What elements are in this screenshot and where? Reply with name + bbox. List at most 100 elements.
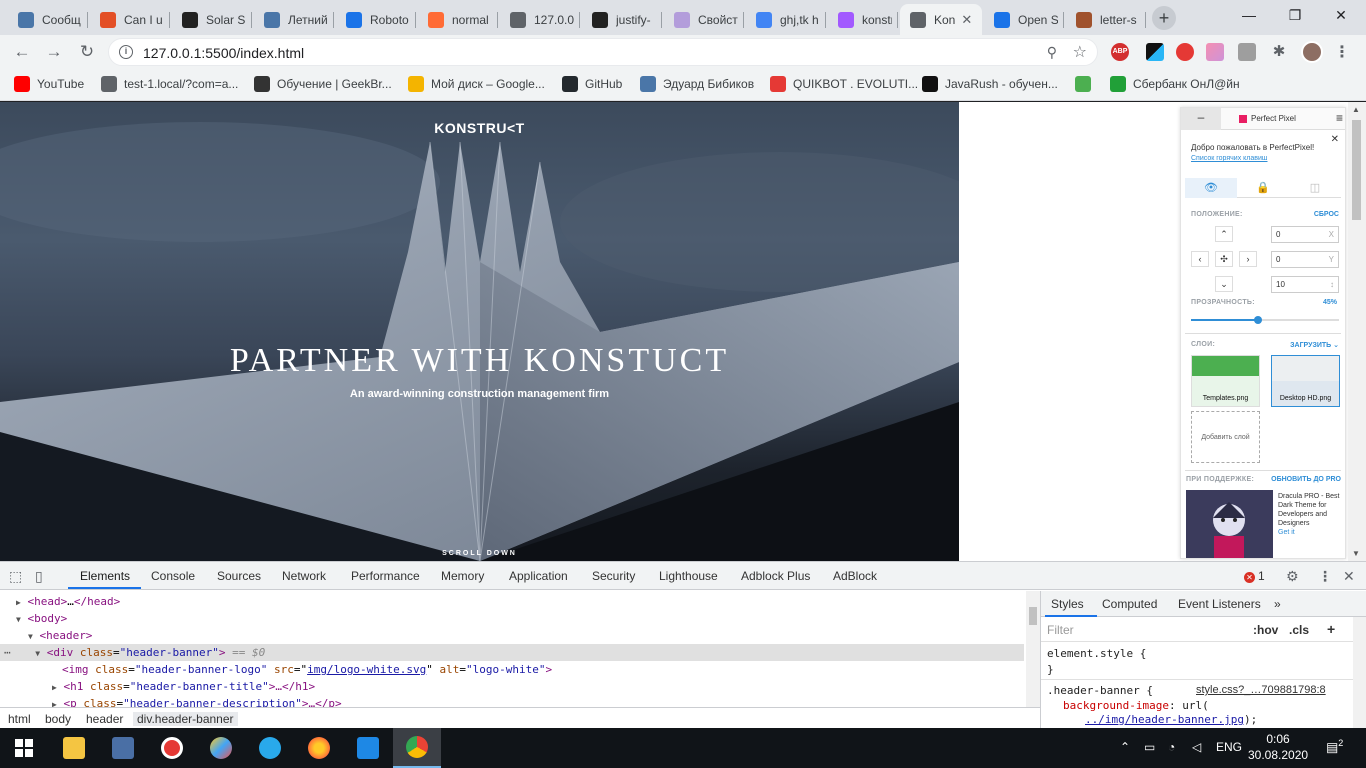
expand-triangle-icon[interactable]: ▶ (0, 598, 21, 607)
browser-tab[interactable]: normal (418, 4, 498, 35)
pp-y-input[interactable]: 0 Y (1271, 251, 1339, 268)
pp-z-input[interactable]: 10 ↕ (1271, 276, 1339, 293)
browser-tab[interactable]: Летний (254, 4, 334, 35)
devtools-tab-performance[interactable]: Performance (351, 569, 420, 583)
styles-tab-styles[interactable]: Styles (1051, 597, 1084, 611)
pp-difference-icon[interactable]: ◫ (1289, 178, 1341, 198)
close-devtools-icon[interactable]: ✕ (1343, 568, 1355, 585)
pp-add-layer-button[interactable]: Добавить слой (1191, 411, 1260, 463)
error-counter[interactable]: ✕ 1 (1244, 569, 1265, 583)
img-src-link[interactable]: img/logo-white.svg (307, 663, 426, 676)
eyedropper-extension-icon[interactable] (1146, 43, 1164, 61)
language-indicator[interactable]: ENG (1216, 740, 1242, 754)
collapse-triangle-icon[interactable]: ▼ (0, 615, 21, 624)
pp-menu-icon[interactable]: ≡ (1336, 111, 1343, 125)
taskbar-app-record[interactable] (148, 728, 196, 768)
bookmark-item[interactable] (1075, 76, 1098, 92)
dom-node-p[interactable]: ▶ <p class="header-banner-description">…… (0, 695, 1024, 707)
new-tab-button[interactable]: + (1152, 6, 1176, 30)
styles-filter-input[interactable]: Filter (1047, 623, 1074, 637)
pp-layer-templates[interactable]: Templates.png (1191, 355, 1260, 407)
devtools-tab-console[interactable]: Console (151, 569, 195, 583)
styles-scrollbar[interactable] (1353, 617, 1366, 729)
pp-minimize-button[interactable]: – (1181, 108, 1221, 130)
devtools-tab-memory[interactable]: Memory (441, 569, 484, 583)
devtools-tab-lighthouse[interactable]: Lighthouse (659, 569, 718, 583)
adblock-plus-icon[interactable]: ABP (1111, 43, 1129, 61)
dracula-get-it-link[interactable]: Get it (1278, 529, 1295, 536)
node-actions-icon[interactable]: ⋯ (0, 646, 11, 659)
rule-declaration[interactable]: background-image: url( (1063, 699, 1209, 712)
settings-gear-icon[interactable]: ⚙ (1286, 568, 1299, 585)
dom-tree[interactable]: ▶ <head>…</head> ▼ <body> ▼ <header> ⋯ ▼… (0, 591, 1024, 707)
pp-visibility-eye-icon[interactable]: 👁 (1185, 178, 1237, 198)
rule-source-link[interactable]: style.css?_…709881798:8 (1196, 684, 1326, 696)
bookmark-item[interactable]: QUIKBOT . EVOLUTI... (770, 76, 918, 92)
pp-center-button[interactable]: ✣ (1215, 251, 1233, 267)
taskbar-firefox[interactable] (295, 728, 343, 768)
bookmark-item[interactable]: YouTube (14, 76, 84, 92)
breadcrumb-item[interactable]: div.header-banner (133, 712, 238, 726)
device-toolbar-icon[interactable]: ▯ (35, 568, 43, 585)
devtools-tab-security[interactable]: Security (592, 569, 635, 583)
extension-icon[interactable] (1238, 43, 1256, 61)
taskbar-file-explorer[interactable] (50, 728, 98, 768)
pp-opacity-slider[interactable] (1191, 316, 1339, 324)
page-scrollbar[interactable]: ▲ ▼ (1348, 102, 1366, 561)
perfect-pixel-extension-icon[interactable] (1206, 43, 1224, 61)
scroll-down-link[interactable]: SCROLL DOWN (0, 550, 959, 557)
notifications-button[interactable]: ▤2 (1326, 738, 1343, 755)
address-bar[interactable]: i 127.0.0.1:5500/index.html ⚲ ☆ (108, 38, 1098, 66)
browser-tab[interactable]: Can I u (90, 4, 170, 35)
pp-arrow-right-button[interactable]: › (1239, 251, 1257, 267)
browser-tab[interactable]: letter-s (1066, 4, 1146, 35)
bookmark-item[interactable]: test-1.local/?com=a... (101, 76, 238, 92)
element-style-rule[interactable]: element.style { (1047, 647, 1146, 660)
browser-tab[interactable]: Roboto (336, 4, 416, 35)
devtools-tab-application[interactable]: Application (509, 569, 568, 583)
pp-upgrade-link[interactable]: ОБНОВИТЬ ДО PRO (1271, 476, 1341, 483)
pp-arrow-down-button[interactable]: ⌄ (1215, 276, 1233, 292)
dracula-ad-text[interactable]: Dracula PRO - Best Dark Theme for Develo… (1278, 492, 1344, 537)
inspect-element-icon[interactable]: ⬚ (9, 568, 22, 585)
browser-tab[interactable]: 127.0.0 (500, 4, 580, 35)
expand-triangle-icon[interactable]: ▶ (0, 683, 57, 692)
collapse-triangle-icon[interactable]: ▼ (0, 632, 33, 641)
reload-button[interactable]: ↻ (75, 40, 99, 64)
pp-x-input[interactable]: 0 X (1271, 226, 1339, 243)
bookmark-item[interactable]: Мой диск – Google... (408, 76, 545, 92)
hov-toggle[interactable]: :hov (1253, 623, 1278, 637)
devtools-tab-network[interactable]: Network (282, 569, 326, 583)
scrollbar-thumb[interactable] (1352, 120, 1361, 220)
adblock-icon[interactable] (1176, 43, 1194, 61)
dom-node-div-selected[interactable]: ⋯ ▼ <div class="header-banner"> == $0 (0, 644, 1024, 661)
start-button[interactable] (0, 728, 48, 768)
browser-tab[interactable]: Сообщ (8, 4, 88, 35)
devtools-tab-adblock[interactable]: AdBlock (833, 569, 877, 583)
devtools-menu-icon[interactable]: ⋮ (1318, 568, 1332, 585)
zoom-icon[interactable]: ⚲ (1047, 44, 1057, 61)
dom-node-header[interactable]: ▼ <header> (0, 627, 1024, 644)
devtools-tab-elements[interactable]: Elements (80, 569, 130, 583)
browser-tab[interactable]: ghj,tk h (746, 4, 826, 35)
taskbar-chrome[interactable] (393, 728, 441, 768)
extensions-puzzle-icon[interactable]: ✱ (1270, 43, 1288, 61)
forward-button[interactable]: → (42, 40, 66, 64)
profile-avatar[interactable] (1301, 41, 1323, 63)
minimize-window-button[interactable]: — (1226, 0, 1272, 30)
collapse-triangle-icon[interactable]: ▼ (17, 649, 40, 658)
cls-toggle[interactable]: .cls (1289, 623, 1309, 637)
expand-triangle-icon[interactable]: ▶ (0, 700, 57, 707)
tray-chevron-up-icon[interactable]: ⌃ (1120, 740, 1130, 754)
bookmark-item[interactable]: GitHub (562, 76, 622, 92)
taskbar-telegram[interactable] (246, 728, 294, 768)
breadcrumb-item[interactable]: body (45, 712, 71, 726)
tray-battery-icon[interactable]: ▭ (1144, 740, 1155, 754)
styles-tab-computed[interactable]: Computed (1102, 597, 1157, 611)
browser-tab[interactable]: Kon ✕ (900, 4, 982, 35)
new-style-rule-button[interactable]: + (1327, 621, 1335, 637)
scroll-up-arrow-icon[interactable]: ▲ (1352, 105, 1360, 114)
scroll-down-arrow-icon[interactable]: ▼ (1352, 549, 1360, 558)
devtools-tab-sources[interactable]: Sources (217, 569, 261, 583)
clock[interactable]: 0:06 30.08.2020 (1248, 731, 1308, 763)
